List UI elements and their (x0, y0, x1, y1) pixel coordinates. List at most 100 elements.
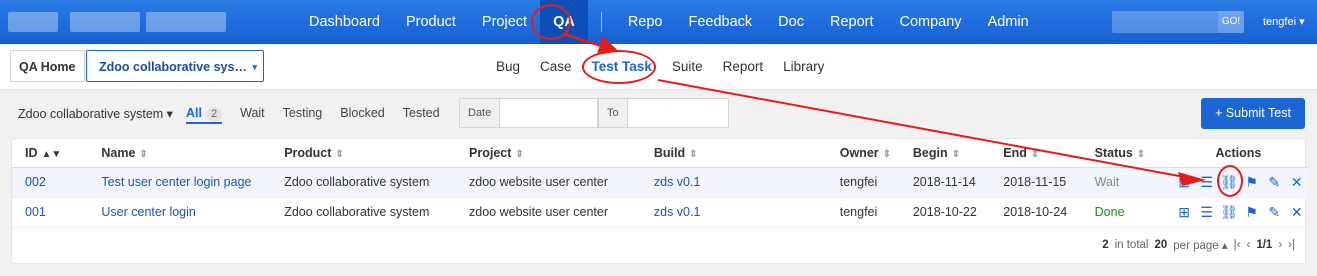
nav-repo[interactable]: Repo (615, 0, 676, 44)
breadcrumb-qa-home[interactable]: QA Home (10, 50, 85, 82)
flag-icon[interactable]: ⚑ (1241, 202, 1262, 222)
col-product[interactable]: Product ⇕ (284, 139, 470, 168)
product-filter-select[interactable]: Zdoo collaborative system ▾ (18, 106, 173, 121)
col-project-label: Project (469, 145, 512, 160)
annotation-circle-flag (1217, 165, 1243, 197)
col-begin-label: Begin (912, 145, 948, 160)
col-build-label: Build (653, 145, 686, 160)
test-task-table: ID ▲▼ Name ⇕ Product ⇕ Project ⇕ Build ⇕ Owne… (12, 139, 1307, 228)
table-row: 002 Test user center login page Zdoo col… (12, 167, 1307, 198)
delete-icon[interactable]: ✕ (1286, 202, 1307, 222)
filter-bar: Zdoo collaborative system ▾ All 2 Wait Te… (0, 90, 1317, 136)
table-header-row: ID ▲▼ Name ⇕ Product ⇕ Project ⇕ Build ⇕ Owne… (12, 139, 1307, 168)
chevron-down-icon: ▾ (252, 62, 257, 72)
sort-icon: ⇕ (139, 148, 148, 160)
pager-total: 2 (1102, 239, 1109, 251)
search-go-button[interactable]: GO! (1218, 11, 1244, 33)
search-input[interactable] (1112, 11, 1218, 33)
row-product: Zdoo collaborative system (284, 197, 470, 228)
sort-desc-icon: ▲▼ (41, 148, 62, 160)
nav-report[interactable]: Report (817, 0, 887, 44)
subnav-report[interactable]: Report (713, 59, 774, 74)
next-page-icon[interactable]: › (1278, 239, 1282, 251)
company-name-2 (146, 12, 226, 32)
nav-doc[interactable]: Doc (765, 0, 817, 44)
subnav-library[interactable]: Library (773, 59, 834, 74)
date-to-field[interactable]: To (598, 98, 729, 128)
delete-icon[interactable]: ✕ (1286, 172, 1307, 192)
subnav-case[interactable]: Case (530, 59, 582, 74)
pager-per-page[interactable]: 20 (1154, 239, 1167, 251)
cases-icon[interactable]: ⊞ (1174, 172, 1195, 192)
col-end[interactable]: End ⇕ (1003, 139, 1095, 168)
nav-admin[interactable]: Admin (975, 0, 1042, 44)
prev-page-icon[interactable]: ‹ (1246, 239, 1250, 251)
tab-all[interactable]: All 2 (186, 104, 223, 124)
nav-dashboard[interactable]: Dashboard (296, 0, 393, 44)
row-name[interactable]: Test user center login page (101, 167, 285, 198)
company-name (70, 12, 140, 32)
tab-tested[interactable]: Tested (403, 104, 440, 124)
tab-wait[interactable]: Wait (240, 104, 265, 124)
row-end: 2018-11-15 (1003, 167, 1095, 198)
row-begin: 2018-11-14 (912, 167, 1004, 198)
sort-icon: ⇕ (1030, 148, 1040, 160)
row-build[interactable]: zds v0.1 (653, 167, 840, 198)
subnav-suite[interactable]: Suite (662, 59, 713, 74)
nav-project[interactable]: Project (469, 0, 540, 44)
row-project: zdoo website user center (469, 167, 654, 198)
col-id-label: ID (25, 145, 38, 160)
nav-feedback[interactable]: Feedback (675, 0, 765, 44)
date-from-field[interactable]: Date (459, 98, 598, 128)
row-end: 2018-10-24 (1003, 197, 1095, 228)
list-icon[interactable]: ☰ (1196, 172, 1217, 192)
row-begin: 2018-10-22 (912, 197, 1004, 228)
nav-product[interactable]: Product (393, 0, 469, 44)
breadcrumb-product-select[interactable]: Zdoo collaborative sys… ▾ (86, 50, 264, 82)
first-page-icon[interactable]: |‹ (1234, 239, 1241, 251)
col-end-label: End (1003, 145, 1027, 160)
submit-test-button[interactable]: + Submit Test (1201, 98, 1305, 129)
row-id[interactable]: 002 (12, 167, 102, 198)
edit-icon[interactable]: ✎ (1264, 202, 1285, 222)
col-product-label: Product (284, 145, 332, 160)
col-build[interactable]: Build ⇕ (653, 139, 840, 168)
col-status[interactable]: Status ⇕ (1094, 139, 1170, 168)
flag-icon[interactable]: ⚑ (1241, 172, 1262, 192)
edit-icon[interactable]: ✎ (1264, 172, 1285, 192)
col-owner[interactable]: Owner ⇕ (839, 139, 913, 168)
row-id[interactable]: 001 (12, 197, 102, 228)
date-to-label: To (599, 99, 628, 127)
date-from-label: Date (460, 99, 501, 127)
col-name-label: Name (101, 145, 136, 160)
pager-per-page-label[interactable]: per page ▴ (1173, 238, 1227, 252)
user-menu[interactable]: tengfei ▾ (1263, 0, 1305, 44)
col-name[interactable]: Name ⇕ (101, 139, 285, 168)
col-id[interactable]: ID ▲▼ (12, 139, 102, 168)
nav-company[interactable]: Company (887, 0, 975, 44)
last-page-icon[interactable]: ›| (1288, 239, 1295, 251)
row-name[interactable]: User center login (101, 197, 285, 228)
col-project[interactable]: Project ⇕ (469, 139, 654, 168)
main-nav: Dashboard Product Project QA Repo Feedba… (296, 0, 1042, 44)
row-build[interactable]: zds v0.1 (653, 197, 840, 228)
col-owner-label: Owner (839, 145, 879, 160)
row-status: Wait (1094, 167, 1170, 198)
subnav-bug[interactable]: Bug (486, 59, 530, 74)
sub-header: QA Home Zdoo collaborative sys… ▾ Bug Ca… (0, 44, 1317, 90)
sort-icon: ⇕ (951, 148, 960, 160)
cases-icon[interactable]: ⊞ (1174, 202, 1195, 222)
tab-testing[interactable]: Testing (283, 104, 323, 124)
row-product: Zdoo collaborative system (284, 167, 470, 198)
row-status: Done (1094, 197, 1170, 228)
link-icon[interactable]: ⛓ (1219, 202, 1240, 222)
sort-icon: ⇕ (335, 148, 344, 160)
table-row: 001 User center login Zdoo collaborative… (12, 197, 1307, 228)
tab-blocked[interactable]: Blocked (340, 104, 384, 124)
annotation-circle-test-task (582, 50, 656, 84)
row-owner: tengfei (839, 167, 913, 198)
col-begin[interactable]: Begin ⇕ (912, 139, 1004, 168)
list-icon[interactable]: ☰ (1196, 202, 1217, 222)
tab-all-label: All (186, 106, 202, 120)
nav-divider (600, 12, 602, 32)
